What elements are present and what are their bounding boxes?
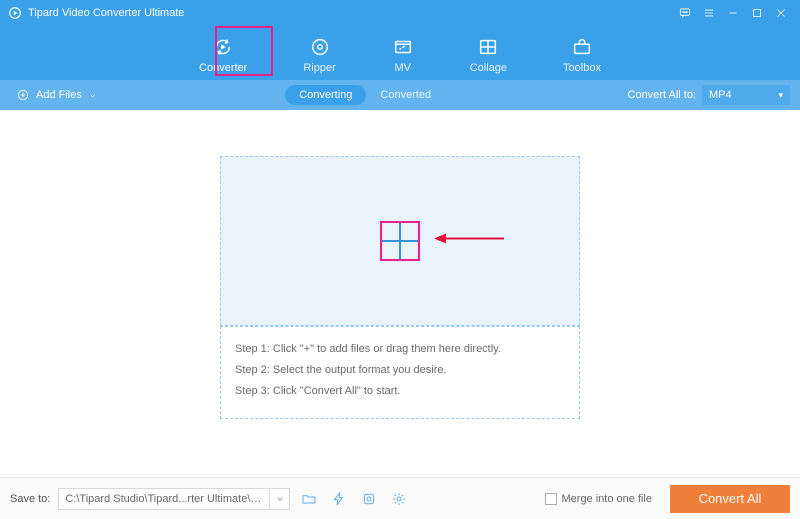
tab-collage-label: Collage bbox=[470, 62, 507, 74]
mv-icon bbox=[392, 36, 414, 58]
add-files-button[interactable]: Add Files bbox=[10, 85, 103, 105]
close-button[interactable] bbox=[770, 2, 792, 24]
converter-icon bbox=[212, 36, 234, 58]
main-content: Step 1: Click "+" to add files or drag t… bbox=[0, 110, 800, 477]
instruction-step-1: Step 1: Click "+" to add files or drag t… bbox=[235, 339, 565, 360]
chevron-down-icon: ▾ bbox=[778, 90, 783, 101]
tab-mv-label: MV bbox=[394, 62, 411, 74]
instruction-step-3: Step 3: Click "Convert All" to start. bbox=[235, 381, 565, 402]
tab-converted[interactable]: Converted bbox=[366, 85, 445, 105]
output-path-dropdown[interactable] bbox=[269, 489, 289, 509]
tab-collage[interactable]: Collage bbox=[462, 32, 515, 78]
toolbar: Add Files Converting Converted Convert A… bbox=[0, 80, 800, 110]
dropzone: Step 1: Click "+" to add files or drag t… bbox=[220, 156, 580, 419]
instruction-step-2: Step 2: Select the output format you des… bbox=[235, 360, 565, 381]
annotation-arrow bbox=[434, 231, 504, 252]
instructions: Step 1: Click "+" to add files or drag t… bbox=[220, 326, 580, 419]
tab-converting[interactable]: Converting bbox=[285, 85, 366, 105]
header: Tipard Video Converter Ultimate Converte… bbox=[0, 0, 800, 80]
hardware-accel-button[interactable] bbox=[328, 488, 350, 510]
output-path-value: C:\Tipard Studio\Tipard...rter Ultimate\… bbox=[59, 493, 269, 505]
output-format-value: MP4 bbox=[709, 89, 732, 101]
save-to-label: Save to: bbox=[10, 493, 50, 505]
app-window: Tipard Video Converter Ultimate Converte… bbox=[0, 0, 800, 519]
tab-converter[interactable]: Converter bbox=[191, 32, 255, 78]
checkbox-box-icon bbox=[545, 493, 557, 505]
footer: Save to: C:\Tipard Studio\Tipard...rter … bbox=[0, 477, 800, 519]
settings-button[interactable] bbox=[388, 488, 410, 510]
output-format-select[interactable]: MP4 ▾ bbox=[702, 85, 790, 105]
ripper-icon bbox=[309, 36, 331, 58]
add-files-plus-button[interactable] bbox=[380, 221, 420, 261]
tab-toolbox-label: Toolbox bbox=[563, 62, 601, 74]
app-logo-icon bbox=[8, 6, 22, 20]
menu-icon[interactable] bbox=[698, 2, 720, 24]
app-title: Tipard Video Converter Ultimate bbox=[28, 7, 185, 19]
convert-all-button[interactable]: Convert All bbox=[670, 485, 790, 513]
toolbox-icon bbox=[571, 36, 593, 58]
open-folder-button[interactable] bbox=[298, 488, 320, 510]
feedback-icon[interactable] bbox=[674, 2, 696, 24]
collage-icon bbox=[477, 36, 499, 58]
main-tabs: Converter Ripper MV bbox=[0, 26, 800, 80]
titlebar: Tipard Video Converter Ultimate bbox=[0, 0, 800, 26]
conversion-state-tabs: Converting Converted bbox=[285, 85, 445, 105]
add-files-label: Add Files bbox=[36, 89, 82, 101]
dropzone-area[interactable] bbox=[220, 156, 580, 326]
merge-checkbox[interactable]: Merge into one file bbox=[545, 493, 653, 505]
plus-circle-icon bbox=[16, 88, 30, 102]
tab-mv[interactable]: MV bbox=[384, 32, 422, 78]
plus-icon bbox=[382, 240, 418, 242]
high-speed-button[interactable] bbox=[358, 488, 380, 510]
convert-all-to-label: Convert All to: bbox=[628, 89, 696, 101]
maximize-button[interactable] bbox=[746, 2, 768, 24]
chevron-down-icon bbox=[88, 91, 97, 100]
tab-converter-label: Converter bbox=[199, 62, 247, 74]
chevron-down-icon bbox=[275, 494, 285, 504]
convert-all-to: Convert All to: MP4 ▾ bbox=[628, 85, 790, 105]
merge-checkbox-label: Merge into one file bbox=[562, 493, 653, 505]
tab-ripper-label: Ripper bbox=[303, 62, 335, 74]
minimize-button[interactable] bbox=[722, 2, 744, 24]
tab-ripper[interactable]: Ripper bbox=[295, 32, 343, 78]
output-path-box: C:\Tipard Studio\Tipard...rter Ultimate\… bbox=[58, 488, 290, 510]
tab-toolbox[interactable]: Toolbox bbox=[555, 32, 609, 78]
